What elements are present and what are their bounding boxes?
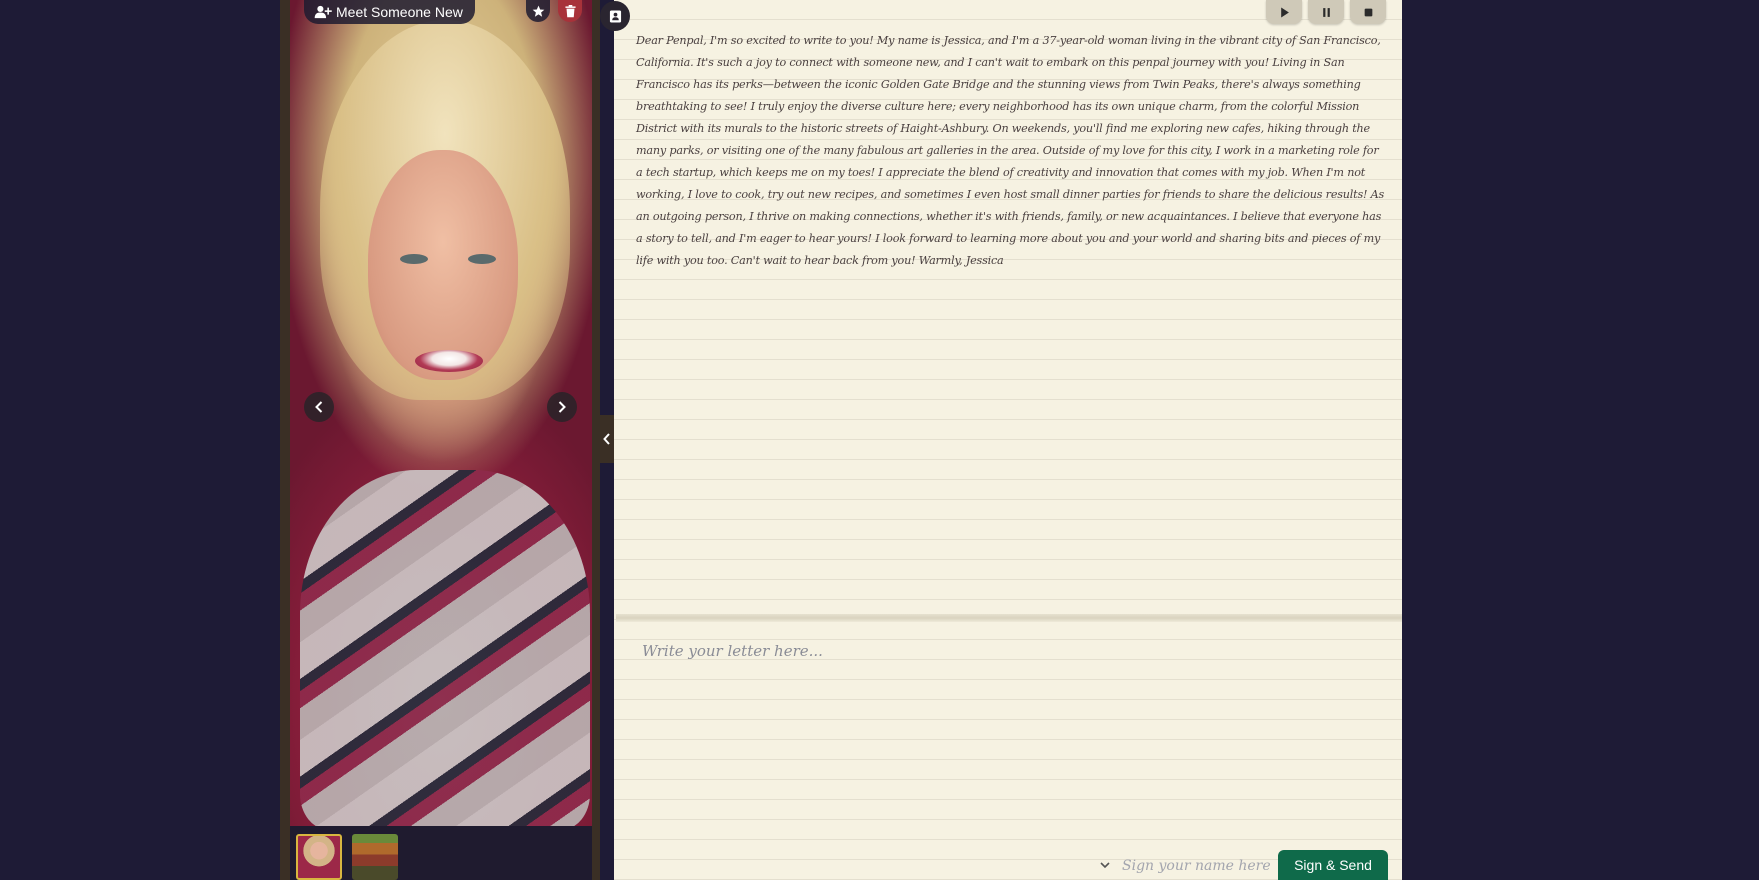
chevron-left-icon	[315, 401, 323, 413]
previous-photo-button[interactable]	[304, 392, 334, 422]
contact-card-icon	[609, 9, 621, 23]
person-plus-icon	[314, 5, 332, 19]
stop-icon	[1364, 8, 1372, 16]
play-button[interactable]	[1266, 0, 1302, 24]
profile-card-button[interactable]	[600, 1, 630, 31]
stop-button[interactable]	[1350, 0, 1386, 24]
thumbnail-strip	[290, 826, 592, 880]
meet-someone-new-button[interactable]: Meet Someone New	[304, 0, 475, 24]
delete-button[interactable]	[558, 0, 582, 22]
thumbnail-house[interactable]	[352, 834, 398, 880]
profile-photo	[290, 0, 592, 826]
letter-divider	[616, 614, 1402, 622]
profile-toolbar: Meet Someone New	[290, 0, 592, 26]
compose-letter-input[interactable]	[642, 642, 1382, 752]
signature-input[interactable]	[1122, 854, 1292, 878]
chevron-left-icon	[603, 433, 610, 445]
play-icon	[1280, 7, 1289, 17]
sign-and-send-button[interactable]: Sign & Send	[1278, 850, 1388, 880]
chevron-right-icon	[558, 401, 566, 413]
trash-icon	[564, 4, 576, 17]
thumbnail-portrait[interactable]	[296, 834, 342, 880]
next-photo-button[interactable]	[547, 392, 577, 422]
star-icon	[532, 5, 544, 17]
meet-button-label: Meet Someone New	[336, 4, 463, 20]
pause-button[interactable]	[1308, 0, 1344, 24]
pause-icon	[1322, 7, 1330, 17]
favorite-button[interactable]	[526, 0, 550, 22]
received-letter-text: Dear Penpal, I'm so excited to write to …	[636, 34, 1385, 267]
chevron-down-icon[interactable]	[1098, 860, 1112, 870]
app: Meet Someone New Dear Penpal, I'm so exc…	[280, 0, 1402, 880]
